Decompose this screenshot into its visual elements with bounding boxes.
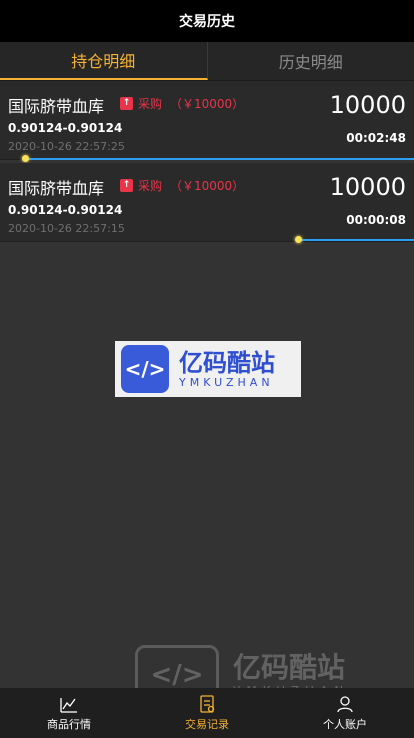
tab-holdings[interactable]: 持仓明细	[0, 42, 208, 80]
countdown-timer: 00:00:08	[346, 213, 406, 227]
product-name: 国际脐带血库	[8, 179, 105, 198]
nav-account[interactable]: 个人账户	[276, 688, 414, 738]
nav-label: 交易记录	[185, 718, 229, 731]
logo-subtext: YMKUZHAN	[179, 375, 274, 389]
trade-quantity: （￥10000）	[170, 179, 245, 193]
trade-time: 2020-10-26 22:57:15	[8, 222, 125, 235]
tab-history[interactable]: 历史明细	[208, 42, 414, 80]
nav-label: 商品行情	[47, 718, 91, 731]
trade-quantity: （￥10000）	[170, 97, 245, 111]
progress-line	[298, 239, 414, 241]
price-range: 0.90124-0.90124	[8, 121, 123, 135]
countdown-timer: 00:02:48	[346, 131, 406, 145]
code-bracket-icon: </>	[121, 345, 169, 393]
user-icon	[337, 696, 353, 713]
nav-label: 个人账户	[323, 718, 367, 731]
trade-action: 采购	[138, 97, 163, 111]
trade-amount: 10000	[329, 91, 406, 119]
up-arrow-icon: ↑	[120, 179, 133, 192]
up-arrow-icon: ↑	[120, 97, 133, 110]
watermark-text: 亿码酷站	[233, 651, 346, 684]
position-card[interactable]: 国际脐带血库 ↑ 采购 （￥10000） 0.90124-0.90124 202…	[0, 163, 414, 242]
brand-logo: </> 亿码酷站 YMKUZHAN	[115, 341, 301, 397]
tab-bar: 持仓明细 历史明细	[0, 42, 414, 81]
price-range: 0.90124-0.90124	[8, 203, 123, 217]
trade-action: 采购	[138, 179, 163, 193]
chart-icon	[60, 698, 77, 713]
logo-text: 亿码酷站	[179, 348, 275, 377]
page-title: 交易历史	[179, 14, 235, 30]
progress-dot	[22, 155, 29, 162]
nav-records[interactable]: 交易记录	[138, 688, 276, 738]
progress-line	[25, 158, 414, 160]
top-bar: 交易历史	[0, 0, 414, 42]
progress-bar	[0, 155, 414, 163]
progress-bar	[0, 236, 414, 244]
progress-dot	[295, 236, 302, 243]
trade-amount: 10000	[329, 173, 406, 201]
product-name: 国际脐带血库	[8, 97, 105, 116]
trade-time: 2020-10-26 22:57:25	[8, 140, 125, 153]
position-card[interactable]: 国际脐带血库 ↑ 采购 （￥10000） 0.90124-0.90124 202…	[0, 81, 414, 160]
record-icon	[200, 695, 215, 713]
nav-market[interactable]: 商品行情	[0, 688, 138, 738]
bottom-nav: 商品行情 交易记录 个人账户	[0, 688, 414, 738]
